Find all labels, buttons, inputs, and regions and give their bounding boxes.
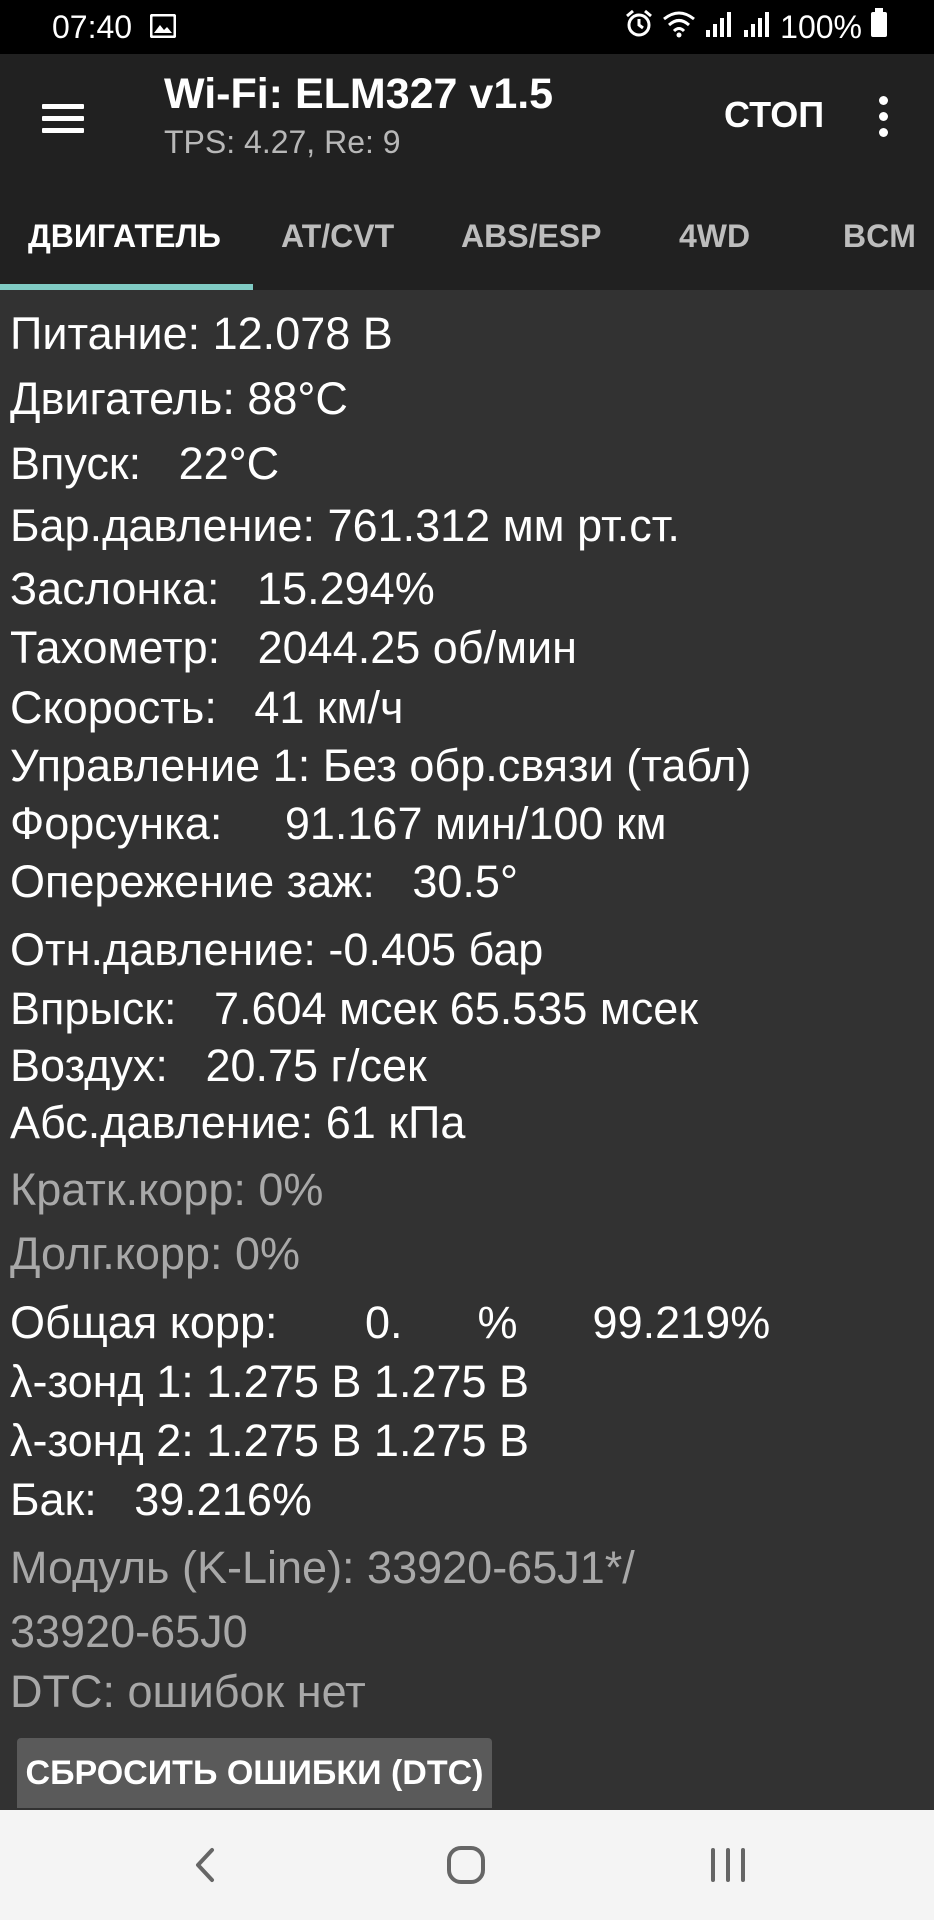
signal-icon [742,9,772,46]
navigation-bar [0,1810,934,1920]
app-title: Wi-Fi: ELM327 v1.5 [164,70,554,118]
reading-rel-pressure: Отн.давление: -0.405 бар [10,924,544,975]
image-icon [149,9,177,46]
back-icon [160,1848,250,1902]
tab-at-cvt[interactable]: AT/CVT [281,182,394,290]
reading-short-trim: Кратк.корр: 0% [10,1164,324,1215]
reading-tachometer: Тахометр: 2044.25 об/мин [10,622,578,673]
tab-4wd[interactable]: 4WD [679,182,750,290]
app-subtitle: TPS: 4.27, Re: 9 [164,124,401,160]
reading-lambda-2: λ-зонд 2: 1.275 В 1.275 В [10,1415,530,1466]
app-toolbar: Wi-Fi: ELM327 v1.5 TPS: 4.27, Re: 9 СТОП [0,54,934,182]
reading-dtc: DTC: ошибок нет [10,1666,366,1717]
reading-injector: Форсунка: 91.167 мин/100 км [10,798,667,849]
tab-bcm[interactable]: BCM [843,182,916,290]
recents-icon [683,1848,773,1902]
reading-throttle: Заслонка: 15.294% [10,563,435,614]
battery-icon [870,8,888,46]
reading-control-1: Управление 1: Без обр.связи (табл) [10,740,752,791]
reading-power: Питание: 12.078 В [10,308,393,359]
battery-percent: 100% [780,8,862,45]
reading-long-trim: Долг.корр: 0% [10,1228,301,1279]
back-button[interactable] [160,1832,250,1898]
reading-ignition-advance: Опережение заж: 30.5° [10,856,518,907]
wifi-icon [662,9,696,46]
reading-fuel-tank: Бак: 39.216% [10,1474,312,1525]
tab-bar: ДВИГАТЕЛЬ AT/CVT ABS/ESP 4WD BCM [0,182,934,290]
signal-icon [704,9,734,46]
reading-module-line-2: 33920-65J0 [10,1606,248,1657]
reading-air-flow: Воздух: 20.75 г/сек [10,1040,427,1091]
overflow-menu-button[interactable] [866,90,902,146]
reading-lambda-1: λ-зонд 1: 1.275 В 1.275 В [10,1356,530,1407]
stop-button[interactable]: СТОП [724,94,824,136]
home-icon [421,1846,511,1902]
reading-baro-pressure: Бар.давление: 761.312 мм рт.ст. [10,500,680,551]
reading-injection: Впрыск: 7.604 мсек 65.535 мсек [10,983,699,1034]
recents-button[interactable] [683,1832,773,1898]
tab-abs-esp[interactable]: ABS/ESP [461,182,601,290]
reading-speed: Скорость: 41 км/ч [10,682,404,733]
home-button[interactable] [421,1832,511,1898]
reading-module-line-1: Модуль (K-Line): 33920-65J1*/ [10,1542,635,1593]
reset-dtc-button[interactable]: СБРОСИТЬ ОШИБКИ (DTC) [17,1738,492,1808]
tab-engine[interactable]: ДВИГАТЕЛЬ [28,182,221,290]
status-bar: 07:40 100% [0,0,934,54]
status-time: 07:40 [52,8,133,45]
alarm-icon [624,8,654,46]
tab-indicator [0,284,253,290]
title-block: Wi-Fi: ELM327 v1.5 TPS: 4.27, Re: 9 [164,68,553,164]
reading-engine-temp: Двигатель: 88°C [10,373,348,424]
reading-abs-pressure: Абс.давление: 61 кПа [10,1097,466,1148]
reading-total-trim: Общая корр: 0. % 99.219% [10,1297,771,1348]
reading-intake-temp: Впуск: 22°C [10,438,280,489]
menu-button[interactable] [22,84,106,152]
